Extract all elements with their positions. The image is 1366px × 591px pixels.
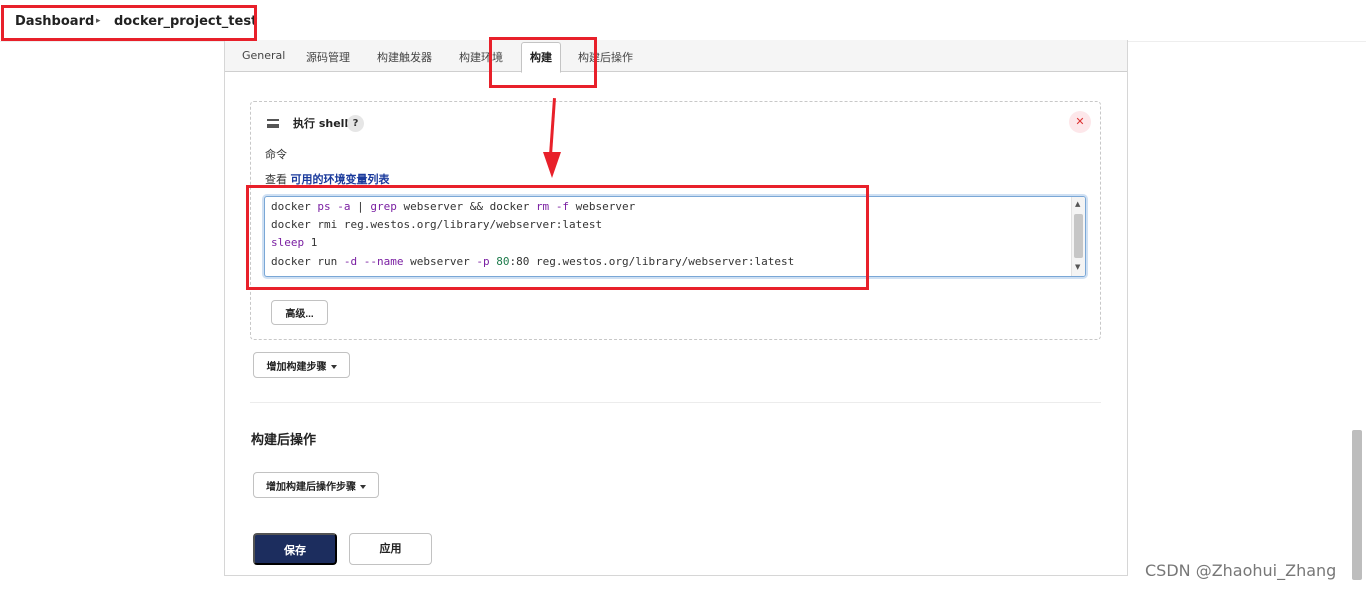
drag-handle-icon[interactable]	[267, 119, 279, 128]
jenkins-config-page: Dashboard ▸ docker_project_test General …	[0, 0, 1366, 591]
scroll-thumb[interactable]	[1074, 214, 1083, 258]
add-build-step-button[interactable]: 增加构建步骤	[253, 352, 350, 378]
tab-build-triggers[interactable]: 构建触发器	[377, 49, 432, 65]
scroll-up-arrow-icon[interactable]: ▲	[1075, 200, 1080, 208]
close-icon[interactable]: ✕	[1069, 111, 1091, 133]
add-post-build-step-button[interactable]: 增加构建后操作步骤	[253, 472, 379, 498]
textarea-scrollbar[interactable]: ▲ ▼	[1071, 197, 1085, 276]
annotation-box-command	[246, 185, 869, 290]
page-scrollbar-thumb[interactable]	[1352, 430, 1362, 580]
annotation-box-breadcrumb	[1, 5, 257, 41]
config-tabbar: General 源码管理 构建触发器 构建环境 构建 构建后操作	[225, 40, 1127, 73]
section-divider	[250, 402, 1101, 403]
add-build-step-label: 增加构建步骤	[266, 361, 327, 373]
caret-down-icon	[360, 484, 366, 489]
caret-down-icon	[330, 364, 337, 369]
step-title: 执行 shell	[293, 117, 349, 130]
save-button[interactable]: 保存	[253, 533, 337, 565]
tab-general[interactable]: General	[242, 49, 285, 62]
add-post-build-step-label: 增加构建后操作步骤	[266, 481, 356, 493]
watermark: CSDN @Zhaohui_Zhang	[1145, 561, 1337, 580]
command-label: 命令	[265, 148, 287, 161]
post-build-section-title: 构建后操作	[251, 433, 317, 448]
help-icon[interactable]: ?	[347, 115, 364, 132]
apply-button[interactable]: 应用	[349, 533, 432, 565]
tab-scm[interactable]: 源码管理	[306, 49, 350, 65]
annotation-arrow-head	[543, 152, 561, 178]
annotation-box-build-tab	[489, 37, 597, 88]
scroll-down-arrow-icon[interactable]: ▼	[1075, 263, 1080, 271]
advanced-button[interactable]: 高级...	[271, 300, 328, 325]
